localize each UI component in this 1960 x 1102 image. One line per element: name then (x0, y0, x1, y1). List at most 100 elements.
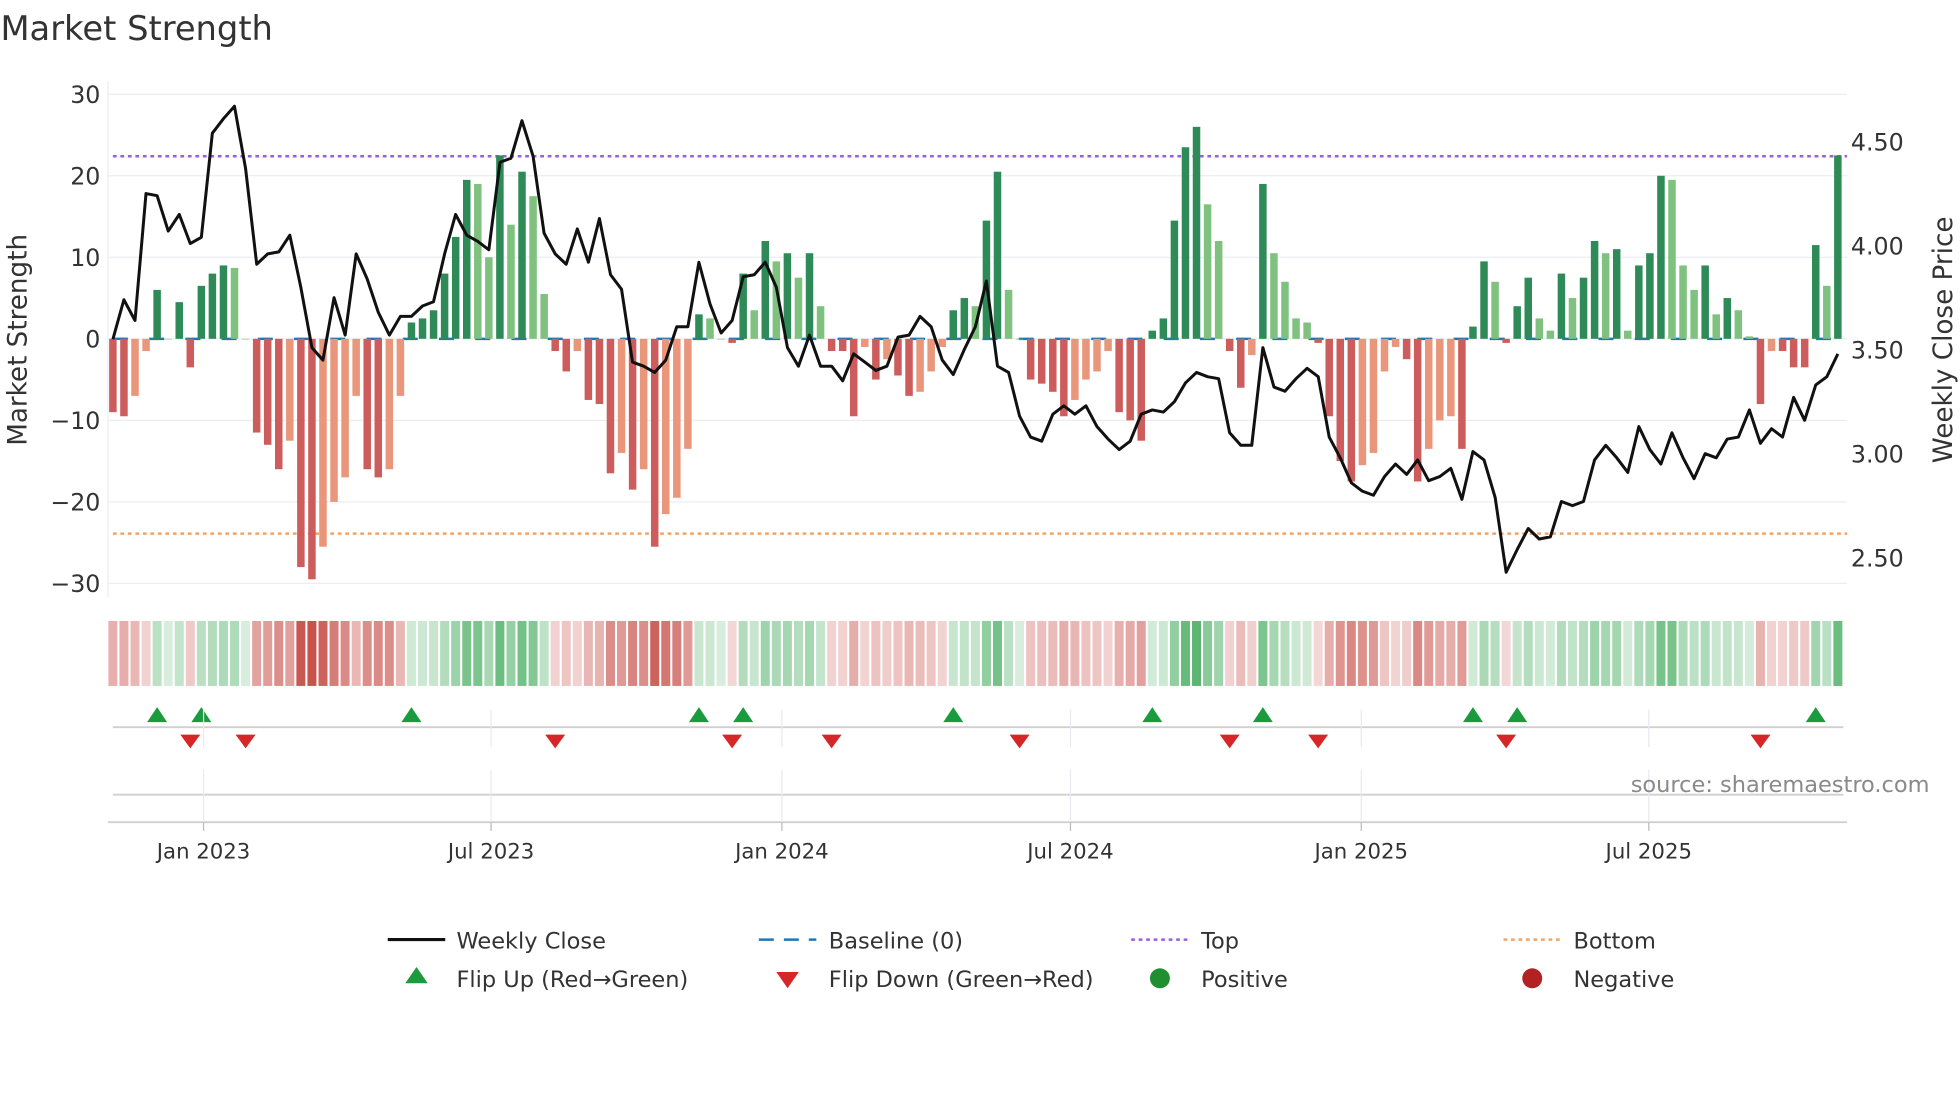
heat-cell (1092, 620, 1102, 686)
heat-cell (1733, 620, 1743, 686)
strength-bar (1679, 265, 1687, 339)
strength-bar (1325, 338, 1333, 417)
strength-bar (230, 267, 239, 339)
strength-bar (706, 318, 714, 339)
strength-bar (1436, 338, 1444, 421)
heat-cell (683, 620, 693, 686)
strength-bar (1524, 277, 1532, 339)
strength-bar (1823, 285, 1831, 339)
heat-cell (738, 620, 748, 686)
strength-bar (1126, 338, 1134, 421)
strength-bar (485, 257, 493, 339)
strength-bar (1458, 338, 1466, 449)
strength-bar (474, 183, 482, 339)
strength-bar (1513, 306, 1521, 339)
flip-up-marker (147, 707, 168, 723)
strength-bar (219, 265, 228, 339)
heat-cell (462, 620, 472, 686)
strength-bar (1767, 338, 1776, 352)
heat-cell (296, 620, 306, 686)
strength-bar (407, 322, 416, 339)
strength-bar (1668, 179, 1676, 339)
heat-cell (185, 620, 195, 686)
strength-bar (1789, 338, 1798, 368)
y-tick-label: 30 (70, 81, 100, 109)
strength-bar (1203, 204, 1212, 339)
strength-bar (960, 298, 969, 339)
heat-cell (196, 620, 206, 686)
y-tick-label: 10 (70, 244, 100, 272)
strength-bar (1612, 249, 1621, 339)
strength-bar (1380, 338, 1389, 372)
strength-bar (451, 236, 460, 339)
heat-cell (1313, 620, 1323, 686)
heat-cell (650, 620, 660, 686)
heat-cell (1446, 620, 1456, 686)
heat-cell (340, 620, 350, 686)
y2-tick-label: 3.00 (1851, 440, 1904, 468)
strength-bar (1071, 338, 1079, 400)
strength-bar (573, 338, 582, 352)
strength-bar (1026, 338, 1035, 380)
heat-cell (395, 620, 405, 686)
strength-bar (109, 338, 117, 413)
flip-up-marker (688, 707, 709, 723)
heat-cell (904, 620, 914, 686)
heat-cell (1545, 620, 1555, 686)
heat-cell (782, 620, 792, 686)
heat-cell (241, 620, 251, 686)
heat-cell (1180, 620, 1190, 686)
heat-cell (727, 620, 737, 686)
heat-cell (163, 620, 173, 686)
strength-bar (562, 338, 570, 372)
flip-down-marker (1496, 734, 1517, 749)
heat-cell (1324, 620, 1334, 686)
x-tick-label: Jan 2024 (733, 839, 829, 864)
heat-cell (473, 620, 483, 686)
strength-bar (1402, 338, 1411, 360)
flip-up-marker (1805, 707, 1826, 723)
triangle-down-icon (776, 972, 799, 989)
strength-bar (1811, 245, 1820, 339)
strength-bar (1336, 338, 1345, 462)
flip-down-marker (1750, 734, 1771, 749)
legend-label: Flip Up (Red→Green) (456, 967, 688, 993)
strength-bar (263, 338, 272, 445)
heat-cell (561, 620, 571, 686)
strength-bar (1546, 330, 1555, 339)
heat-cell (1346, 620, 1356, 686)
heat-cell (329, 620, 339, 686)
strength-bar (1701, 265, 1709, 339)
reference-lines (112, 154, 1848, 535)
strength-bars (109, 126, 1842, 580)
strength-bar (1480, 261, 1488, 339)
strength-bar (352, 338, 360, 396)
strength-bar (728, 338, 736, 343)
heat-cell (1601, 620, 1611, 686)
heat-cell (1059, 620, 1069, 686)
heat-cell (860, 620, 870, 686)
strength-bar (418, 318, 427, 339)
strength-bar (1657, 175, 1665, 339)
strength-bar (1712, 314, 1720, 339)
legend-label: Top (1200, 928, 1239, 954)
heat-cell (838, 620, 848, 686)
heat-cell (672, 620, 682, 686)
heat-cell (749, 620, 759, 686)
triangle-up-icon (405, 967, 428, 984)
y-axis-label: Market Strength (4, 234, 34, 446)
strength-bar (252, 338, 261, 433)
strength-bar (308, 338, 316, 580)
strength-bar (551, 338, 559, 352)
strength-bar (275, 338, 283, 470)
heat-cell (440, 620, 450, 686)
legend-label: Weekly Close (456, 928, 605, 954)
strength-bar (529, 196, 537, 339)
strength-bar (905, 338, 913, 396)
strength-bar (1469, 326, 1477, 339)
strength-bar (794, 277, 803, 339)
left-axis-ticks: 30 20 10 0 −10 −20 −30 (50, 81, 100, 598)
heat-cell (141, 620, 151, 686)
x-tick-label: Jan 2023 (155, 839, 251, 864)
strength-bar (872, 338, 880, 380)
